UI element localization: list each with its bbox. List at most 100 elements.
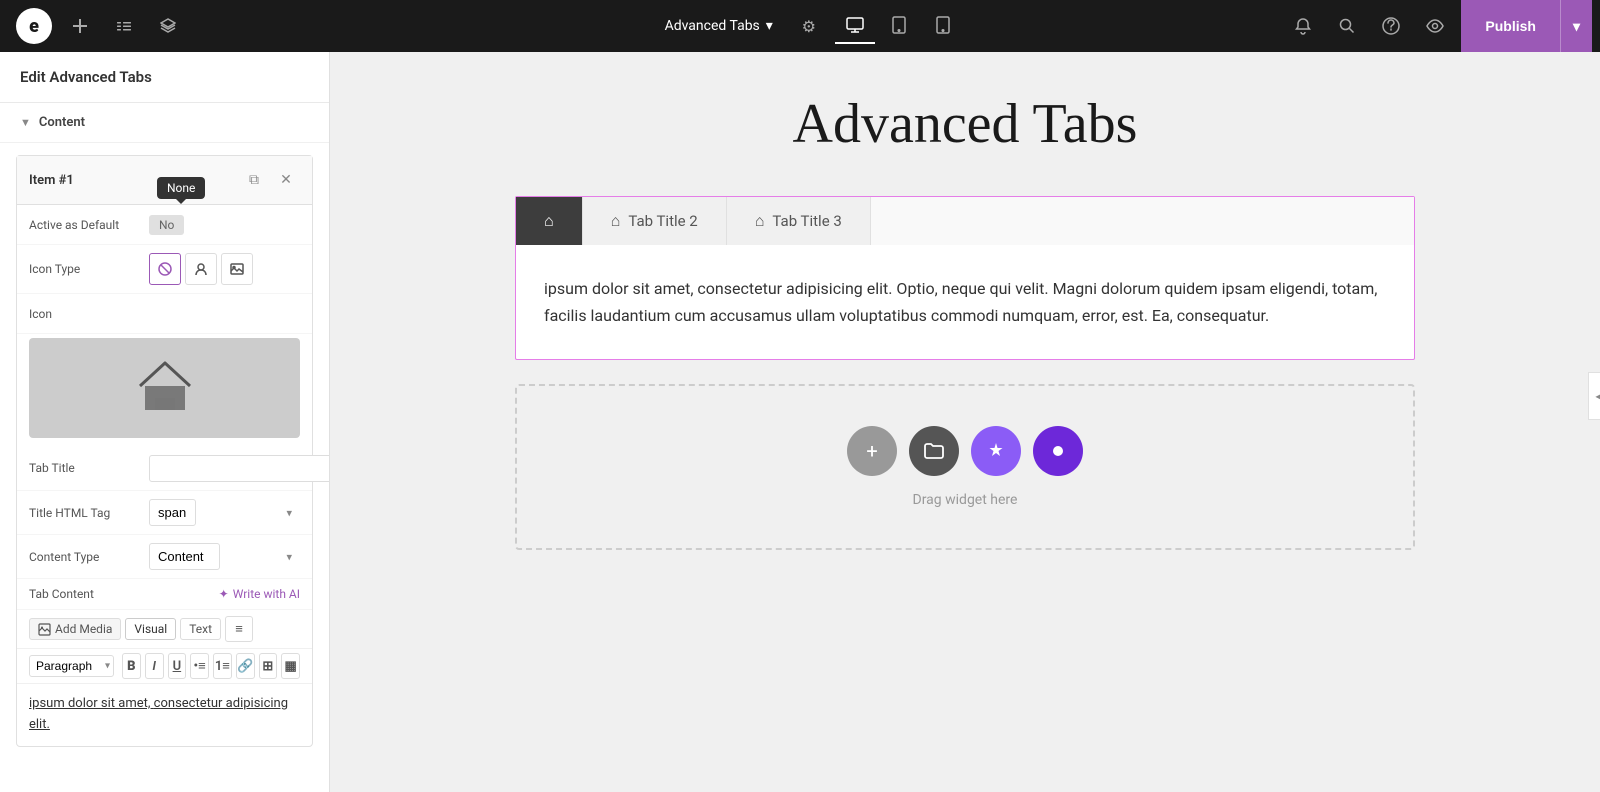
notifications-icon[interactable] [1285,8,1321,44]
editor-content-text: ipsum dolor sit amet, [29,696,154,711]
title-html-tag-row: Title HTML Tag span h1 h2 h3 div [17,491,312,535]
settings-icon[interactable] [108,10,140,42]
page-title: Advanced Tabs [515,92,1415,156]
tabs-content: ipsum dolor sit amet, consectetur adipis… [516,245,1414,359]
unordered-list-button[interactable]: •≡ [190,653,209,679]
left-panel: Edit Advanced Tabs ▼ Content Item #1 ⧉ ✕ [0,52,330,792]
active-as-default-label: Active as Default [29,218,149,232]
mobile-view-button[interactable] [923,8,963,44]
tab-item-3[interactable]: ⌂ Tab Title 3 [727,197,871,245]
content-type-value: Content Template [149,543,300,570]
link-button[interactable]: 🔗 [236,653,255,679]
drag-widget-area: + Drag widget here [515,384,1415,550]
topbar-center: Advanced Tabs ▾ ⚙ [340,8,1277,44]
active-as-default-row: Active as Default None No [17,205,312,245]
duplicate-item-button[interactable]: ⧉ [240,166,268,194]
chevron-down-icon: ▾ [766,18,773,34]
topbar: e Advanced Tabs ▾ ⚙ [0,0,1600,52]
tab-title-input[interactable] [149,455,329,482]
visual-tab-button[interactable]: Visual [125,618,176,640]
panel-title: Edit Advanced Tabs [20,68,152,86]
tab-title-value: ≡ [149,454,329,482]
item-card-title: Item #1 [29,173,74,188]
publish-button[interactable]: Publish ▾ [1461,0,1592,52]
desktop-view-button[interactable] [835,8,875,44]
content-section-toggle[interactable]: ▼ Content [0,103,329,143]
publish-label: Publish [1461,0,1560,52]
topbar-right: Publish ▾ [1277,0,1600,52]
table-button[interactable]: ▦ [281,653,300,679]
panel-body: ▼ Content Item #1 ⧉ ✕ Active as Default … [0,103,329,792]
underline-button[interactable]: U [168,653,187,679]
paragraph-format-select[interactable]: Paragraph Heading 1 Heading 2 [29,655,114,677]
tabs-widget: ⌂ ⌂ Tab Title 2 ⌂ Tab Title 3 ipsum dolo… [515,196,1415,360]
icon-type-image-button[interactable] [221,253,253,285]
icon-label-row: Icon [17,294,312,334]
delete-item-button[interactable]: ✕ [272,166,300,194]
italic-button[interactable]: I [145,653,164,679]
bold-button[interactable]: B [122,653,141,679]
content-type-select[interactable]: Content Template [149,543,220,570]
topbar-page-title: Advanced Tabs [665,18,760,34]
add-widget-drag-button[interactable]: + [847,426,897,476]
view-mode-buttons [835,8,963,44]
tab-content-row: Tab Content ✦ Write with AI [17,579,312,610]
tab-title-row: Tab Title ≡ [17,446,312,491]
content-type-select-wrapper: Content Template [149,543,300,570]
tab-content-text: ipsum dolor sit amet, consectetur adipis… [544,275,1386,329]
text-tab-button[interactable]: Text [180,618,221,640]
tab-title-label: Tab Title [29,461,149,475]
tab3-icon: ⌂ [755,211,765,231]
page-settings-button[interactable]: ⚙ [791,8,827,44]
active-as-default-value: None No [149,215,300,235]
ai-widget-button[interactable] [1033,426,1083,476]
editor-toolbar-row1: Add Media Visual Text ≡ [17,610,312,649]
icon-type-icon-button[interactable] [185,253,217,285]
panel-header: Edit Advanced Tabs [0,52,329,103]
editor-options-icon[interactable]: ≡ [225,616,253,642]
add-media-button[interactable]: Add Media [29,618,121,640]
icon-type-none-button[interactable] [149,253,181,285]
tab-item-2[interactable]: ⌂ Tab Title 2 [583,197,727,245]
add-widget-button[interactable] [64,10,96,42]
item-card-header: Item #1 ⧉ ✕ [17,156,312,205]
write-ai-label: Write with AI [233,587,300,601]
icon-preview [29,338,300,438]
tab2-label: Tab Title 2 [628,212,697,230]
sparkle-widget-button[interactable] [971,426,1021,476]
search-icon[interactable] [1329,8,1365,44]
canvas-area: Advanced Tabs ⌂ ⌂ Tab Title 2 ⌂ Tab Titl… [330,52,1600,792]
layers-icon[interactable] [152,10,184,42]
active-as-default-toggle[interactable]: No [149,215,184,235]
content-type-label: Content Type [29,550,149,564]
folder-widget-button[interactable] [909,426,959,476]
canvas-inner: Advanced Tabs ⌂ ⌂ Tab Title 2 ⌂ Tab Titl… [515,92,1415,550]
item-card: Item #1 ⧉ ✕ Active as Default None No [16,155,313,747]
title-html-tag-select[interactable]: span h1 h2 h3 div [149,499,196,526]
section-label: Content [39,115,85,130]
tab-item-1[interactable]: ⌂ [516,197,583,245]
elementor-logo[interactable]: e [16,8,52,44]
title-html-tag-label: Title HTML Tag [29,506,149,520]
main-area: Edit Advanced Tabs ▼ Content Item #1 ⧉ ✕ [0,52,1600,792]
page-title-button[interactable]: Advanced Tabs ▾ [655,12,783,40]
publish-arrow-icon: ▾ [1560,0,1592,52]
ordered-list-button[interactable]: 1≡ [213,653,232,679]
preview-icon[interactable] [1417,8,1453,44]
write-with-ai-button[interactable]: ✦ Write with AI [219,587,300,601]
tab2-icon: ⌂ [611,211,621,231]
tab-content-label: Tab Content [29,587,94,601]
tab1-icon: ⌂ [544,211,554,231]
editor-content-area[interactable]: ipsum dolor sit amet, consectetur adipis… [17,684,312,746]
help-icon[interactable] [1373,8,1409,44]
icon-type-row: Icon Type [17,245,312,294]
add-media-label: Add Media [55,622,112,636]
icon-label: Icon [29,307,149,321]
section-chevron-icon: ▼ [20,116,31,129]
item-card-actions: ⧉ ✕ [240,166,300,194]
tablet-view-button[interactable] [879,8,919,44]
align-button[interactable]: ⊞ [259,653,278,679]
icon-type-label: Icon Type [29,262,149,276]
content-type-row: Content Type Content Template [17,535,312,579]
write-ai-icon: ✦ [219,587,229,601]
